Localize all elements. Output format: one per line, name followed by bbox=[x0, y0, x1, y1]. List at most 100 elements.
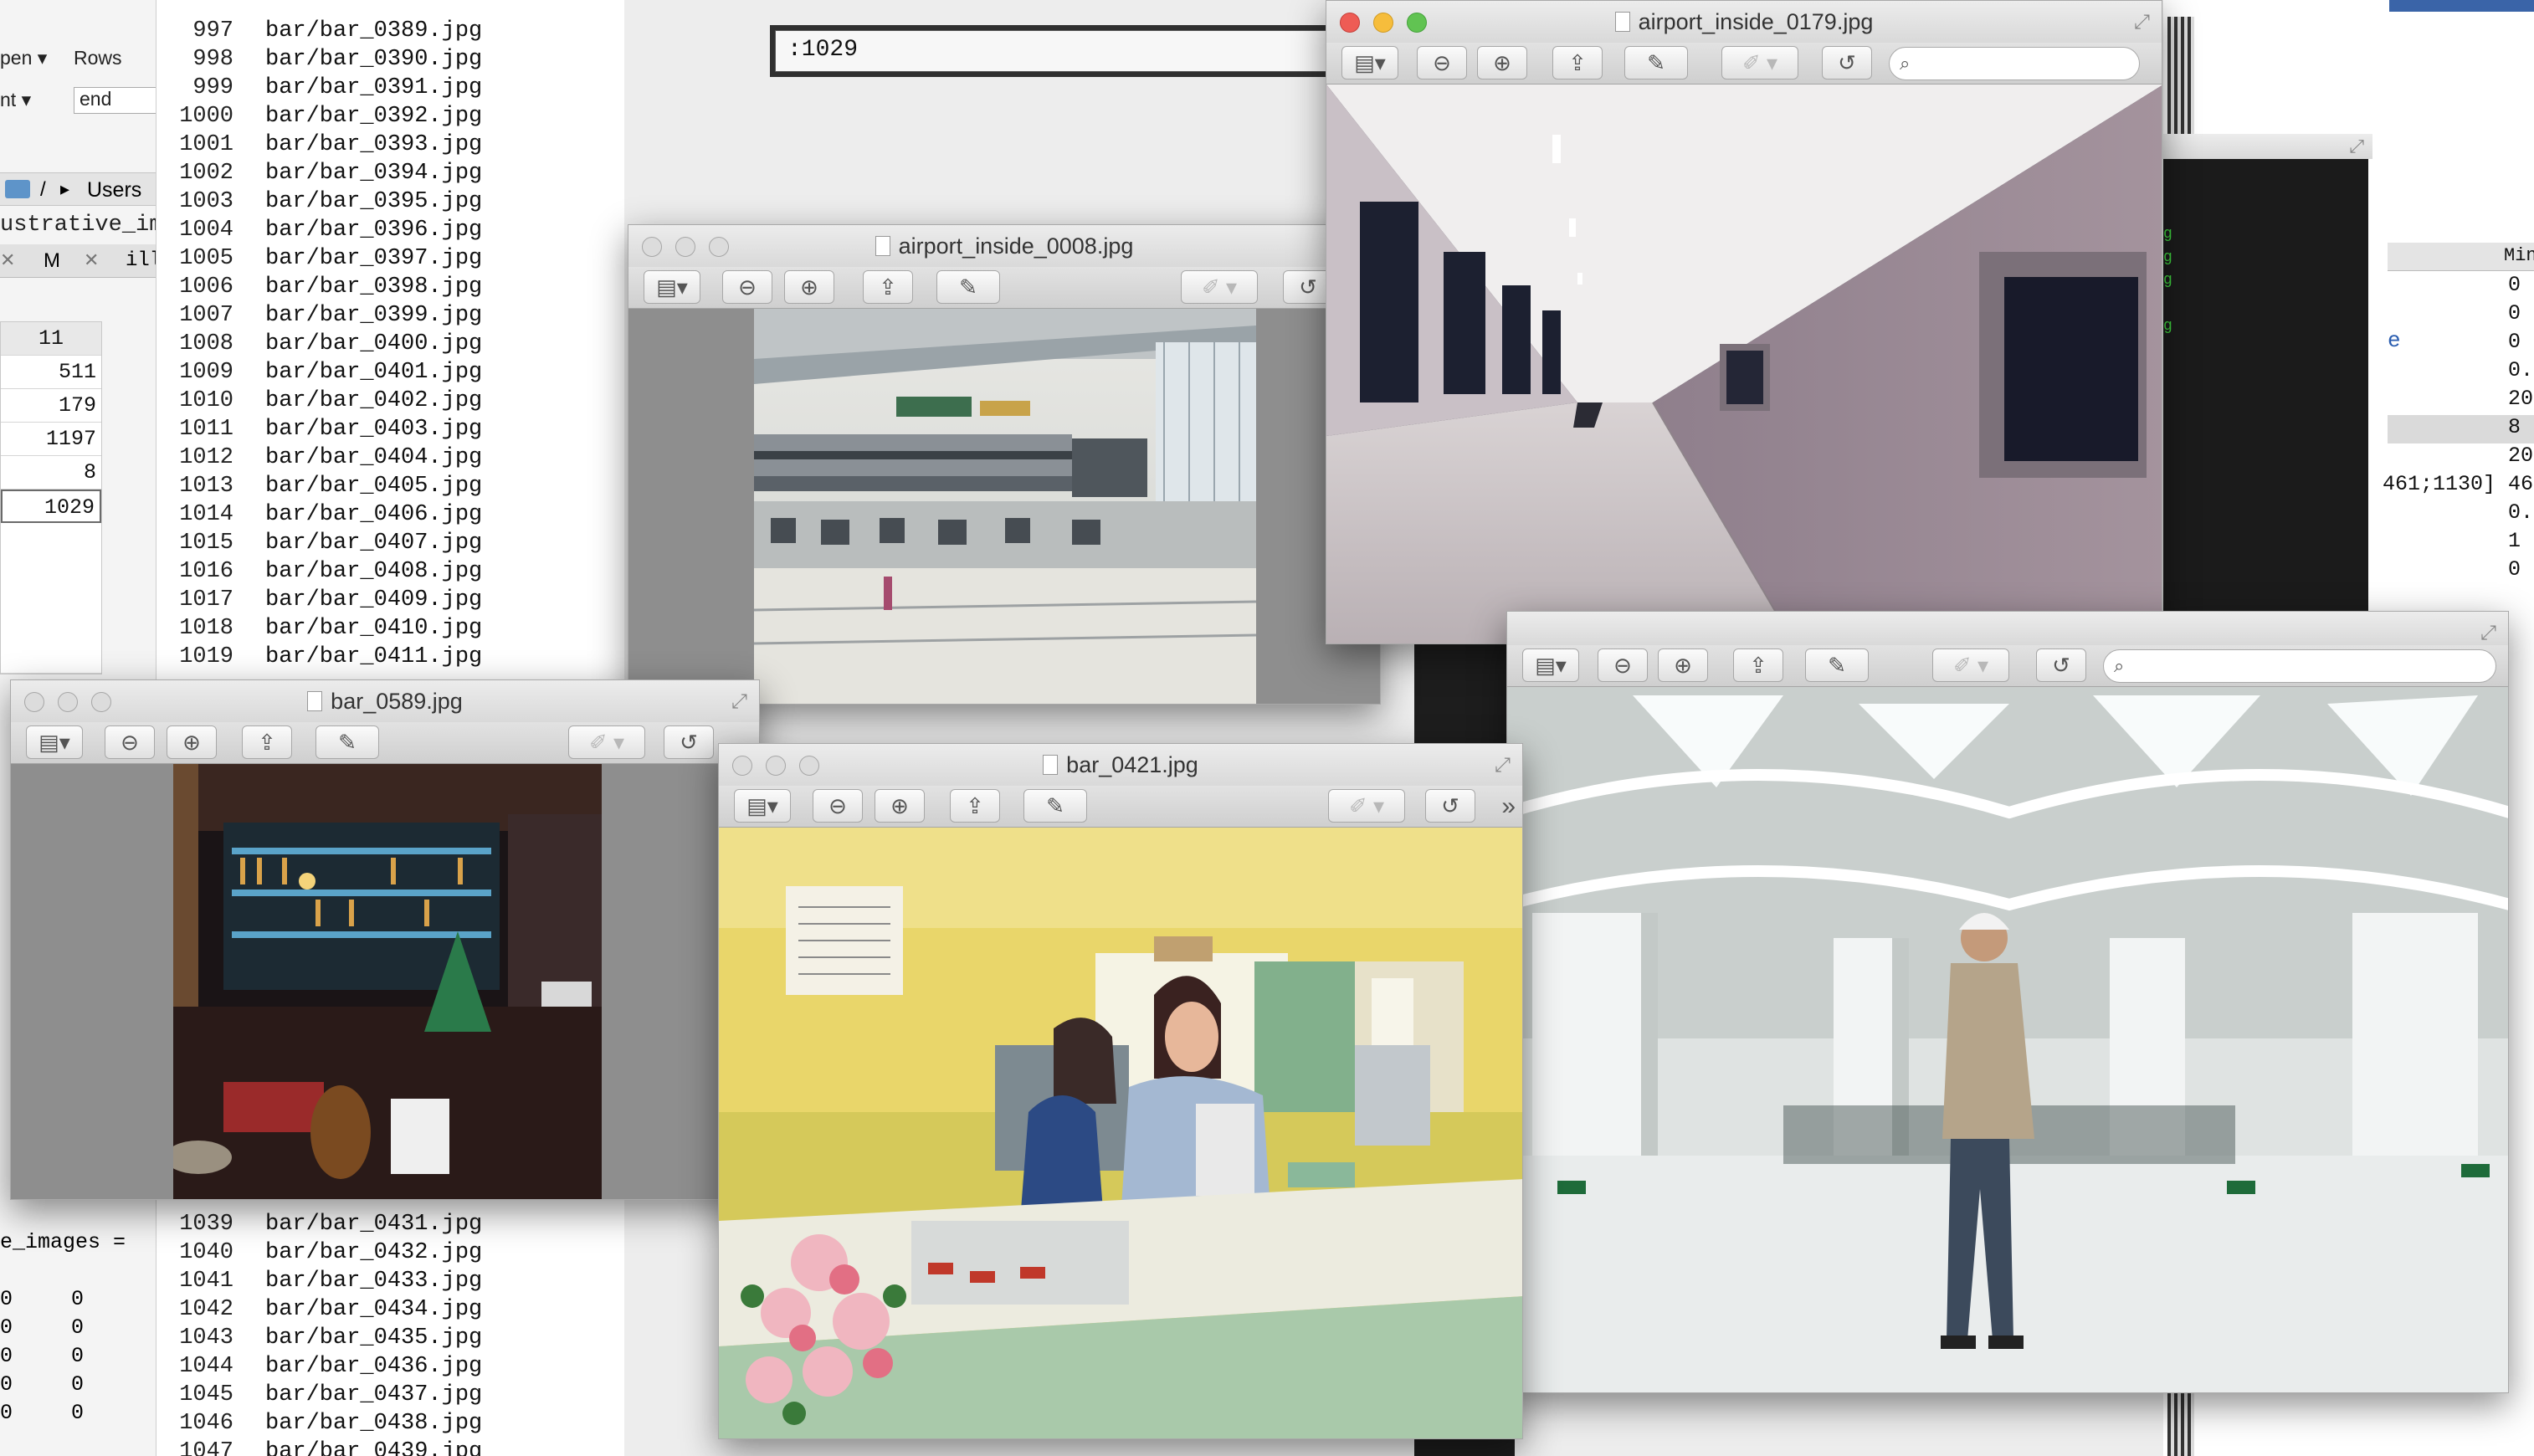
window-titlebar[interactable]: bar_0421.jpg ⤢ bbox=[719, 744, 1522, 786]
fullscreen-icon[interactable]: ⤢ bbox=[2480, 622, 2496, 645]
column-header-min[interactable]: Min bbox=[2504, 245, 2534, 266]
table-cell[interactable]: 179 bbox=[1, 389, 101, 423]
editor-line[interactable]: 1001 bar/bar_0393.jpg bbox=[156, 131, 482, 159]
markup-button[interactable]: ✐ ▾ bbox=[1181, 270, 1258, 304]
rotate-button[interactable]: ↺ bbox=[2036, 649, 2086, 682]
editor-line[interactable]: 1039 bar/bar_0431.jpg bbox=[156, 1210, 482, 1238]
sidebar-toggle-button[interactable]: ▤▾ bbox=[1341, 46, 1398, 79]
close-icon[interactable]: ✕ bbox=[84, 249, 99, 271]
editor-line[interactable]: 1017 bar/bar_0409.jpg bbox=[156, 586, 482, 614]
annotate-button[interactable]: ✎ bbox=[1624, 46, 1688, 79]
link-char[interactable]: e bbox=[2388, 328, 2401, 353]
rotate-button[interactable]: ↺ bbox=[1425, 789, 1475, 823]
window-titlebar[interactable]: airport_inside_0179.jpg ⤢ bbox=[1326, 1, 2162, 43]
zoom-out-button[interactable]: ⊖ bbox=[813, 789, 863, 823]
value-cell[interactable]: 0.0 bbox=[2508, 500, 2534, 525]
share-button[interactable]: ⇪ bbox=[242, 725, 292, 759]
share-button[interactable]: ⇪ bbox=[1733, 649, 1783, 682]
toolbar-overflow-icon[interactable]: » bbox=[1501, 792, 1516, 821]
editor-line[interactable]: 1042 bar/bar_0434.jpg bbox=[156, 1295, 482, 1324]
command-input[interactable]: :1029 bbox=[775, 30, 1351, 72]
fullscreen-icon[interactable]: ⤢ bbox=[1495, 754, 1511, 777]
editor-line[interactable]: 1010 bar/bar_0402.jpg bbox=[156, 387, 482, 415]
editor-line[interactable]: 1000 bar/bar_0392.jpg bbox=[156, 102, 482, 131]
preview-window-bar-0421[interactable]: bar_0421.jpg ⤢ ▤▾ ⊖ ⊕ ⇪ ✎ ✐ ▾ ↺ » bbox=[718, 743, 1523, 1439]
value-cell[interactable]: 46 bbox=[2508, 472, 2533, 496]
open-menu[interactable]: pen ▾ bbox=[0, 47, 47, 69]
fullscreen-icon[interactable]: ⤢ bbox=[731, 690, 747, 714]
window-titlebar[interactable]: airport_inside_0008.jpg bbox=[628, 225, 1380, 267]
share-button[interactable]: ⇪ bbox=[1552, 46, 1603, 79]
close-icon[interactable]: ✕ bbox=[0, 249, 15, 271]
window-titlebar[interactable]: bar_0589.jpg ⤢ bbox=[11, 680, 759, 722]
share-button[interactable]: ⇪ bbox=[863, 270, 913, 304]
value-cell[interactable]: 0.0 bbox=[2508, 358, 2534, 382]
zoom-out-button[interactable]: ⊖ bbox=[1417, 46, 1467, 79]
annotate-button[interactable]: ✎ bbox=[1023, 789, 1087, 823]
editor-line[interactable]: 1018 bar/bar_0410.jpg bbox=[156, 614, 482, 643]
sidebar-toggle-button[interactable]: ▤▾ bbox=[644, 270, 700, 304]
zoom-in-button[interactable]: ⊕ bbox=[167, 725, 217, 759]
editor-line[interactable]: 1004 bar/bar_0396.jpg bbox=[156, 216, 482, 244]
editor-line[interactable]: 1005 bar/bar_0397.jpg bbox=[156, 244, 482, 273]
breadcrumb-folder[interactable]: Users bbox=[87, 178, 141, 203]
zoom-in-button[interactable]: ⊕ bbox=[1658, 649, 1708, 682]
sidebar-toggle-button[interactable]: ▤▾ bbox=[26, 725, 83, 759]
value-cell[interactable]: 20 bbox=[2508, 387, 2533, 411]
search-field[interactable]: ⌕ bbox=[1889, 47, 2140, 80]
print-menu[interactable]: nt ▾ bbox=[0, 89, 31, 111]
editor-line[interactable]: 1016 bar/bar_0408.jpg bbox=[156, 557, 482, 586]
editor-line[interactable]: 1014 bar/bar_0406.jpg bbox=[156, 500, 482, 529]
editor-line[interactable]: 1045 bar/bar_0437.jpg bbox=[156, 1381, 482, 1409]
editor-line[interactable]: 1012 bar/bar_0404.jpg bbox=[156, 443, 482, 472]
editor-line[interactable]: 1040 bar/bar_0432.jpg bbox=[156, 1238, 482, 1267]
editor-line[interactable]: 998 bar/bar_0390.jpg bbox=[156, 45, 482, 74]
editor-line[interactable]: 1006 bar/bar_0398.jpg bbox=[156, 273, 482, 301]
editor-line[interactable]: 1008 bar/bar_0400.jpg bbox=[156, 330, 482, 358]
editor-line[interactable]: 1015 bar/bar_0407.jpg bbox=[156, 529, 482, 557]
editor-line[interactable]: 1043 bar/bar_0435.jpg bbox=[156, 1324, 482, 1352]
search-field[interactable]: ⌕ bbox=[2103, 649, 2496, 683]
sidebar-toggle-button[interactable]: ▤▾ bbox=[1522, 649, 1579, 682]
editor-line[interactable]: 1047 bar/bar_0439.jpg bbox=[156, 1438, 482, 1456]
fullscreen-icon[interactable]: ⤢ bbox=[2134, 11, 2150, 34]
editor-line[interactable]: 1013 bar/bar_0405.jpg bbox=[156, 472, 482, 500]
editor-line[interactable]: 1046 bar/bar_0438.jpg bbox=[156, 1409, 482, 1438]
table-cell[interactable]: 8 bbox=[1, 456, 101, 490]
value-cell[interactable]: 0 bbox=[2508, 330, 2521, 354]
end-field[interactable]: end bbox=[74, 87, 157, 114]
variable-tab-title[interactable]: ustrative_ima bbox=[0, 213, 177, 238]
preview-window-airport-0008[interactable]: airport_inside_0008.jpg ▤▾ ⊖ ⊕ ⇪ ✎ ✐ ▾ ↺ bbox=[628, 224, 1381, 705]
preview-window-airport-0179[interactable]: airport_inside_0179.jpg ⤢ ▤▾ ⊖ ⊕ ⇪ ✎ ✐ ▾… bbox=[1326, 0, 2162, 644]
zoom-out-button[interactable]: ⊖ bbox=[105, 725, 155, 759]
editor-line[interactable]: 1044 bar/bar_0436.jpg bbox=[156, 1352, 482, 1381]
preview-window-subway[interactable]: ⤢ ▤▾ ⊖ ⊕ ⇪ ✎ ✐ ▾ ↺ ⌕ bbox=[1506, 611, 2509, 1393]
editor-line[interactable]: 997 bar/bar_0389.jpg bbox=[156, 17, 482, 45]
zoom-out-button[interactable]: ⊖ bbox=[722, 270, 772, 304]
preview-window-bar-0589[interactable]: bar_0589.jpg ⤢ ▤▾ ⊖ ⊕ ⇪ ✎ ✐ ▾ ↺ bbox=[10, 679, 760, 1200]
markup-button[interactable]: ✐ ▾ bbox=[1328, 789, 1405, 823]
markup-button[interactable]: ✐ ▾ bbox=[568, 725, 645, 759]
zoom-in-button[interactable]: ⊕ bbox=[1477, 46, 1527, 79]
editor-line[interactable]: 1009 bar/bar_0401.jpg bbox=[156, 358, 482, 387]
sidebar-toggle-button[interactable]: ▤▾ bbox=[734, 789, 791, 823]
editor-line[interactable]: 1007 bar/bar_0399.jpg bbox=[156, 301, 482, 330]
share-button[interactable]: ⇪ bbox=[950, 789, 1000, 823]
value-cell[interactable]: 20 bbox=[2508, 443, 2533, 468]
editor-line[interactable]: 1003 bar/bar_0395.jpg bbox=[156, 187, 482, 216]
editor-line[interactable]: 999 bar/bar_0391.jpg bbox=[156, 74, 482, 102]
editor-line[interactable]: 1041 bar/bar_0433.jpg bbox=[156, 1267, 482, 1295]
annotate-button[interactable]: ✎ bbox=[936, 270, 1000, 304]
markup-button[interactable]: ✐ ▾ bbox=[1721, 46, 1798, 79]
table-cell-selected[interactable]: 1029 bbox=[1, 490, 101, 523]
markup-button[interactable]: ✐ ▾ bbox=[1932, 649, 2009, 682]
table-cell[interactable]: 1197 bbox=[1, 423, 101, 456]
rotate-button[interactable]: ↺ bbox=[1822, 46, 1872, 79]
annotate-button[interactable]: ✎ bbox=[1805, 649, 1869, 682]
value-cell[interactable]: 1 bbox=[2508, 529, 2521, 553]
editor-line[interactable]: 1019 bar/bar_0411.jpg bbox=[156, 643, 482, 671]
value-cell[interactable]: 0 bbox=[2508, 273, 2521, 297]
fullscreen-icon[interactable]: ⤢ bbox=[2349, 136, 2364, 157]
zoom-out-button[interactable]: ⊖ bbox=[1598, 649, 1648, 682]
breadcrumb[interactable]: / ▸ Users bbox=[0, 172, 159, 206]
